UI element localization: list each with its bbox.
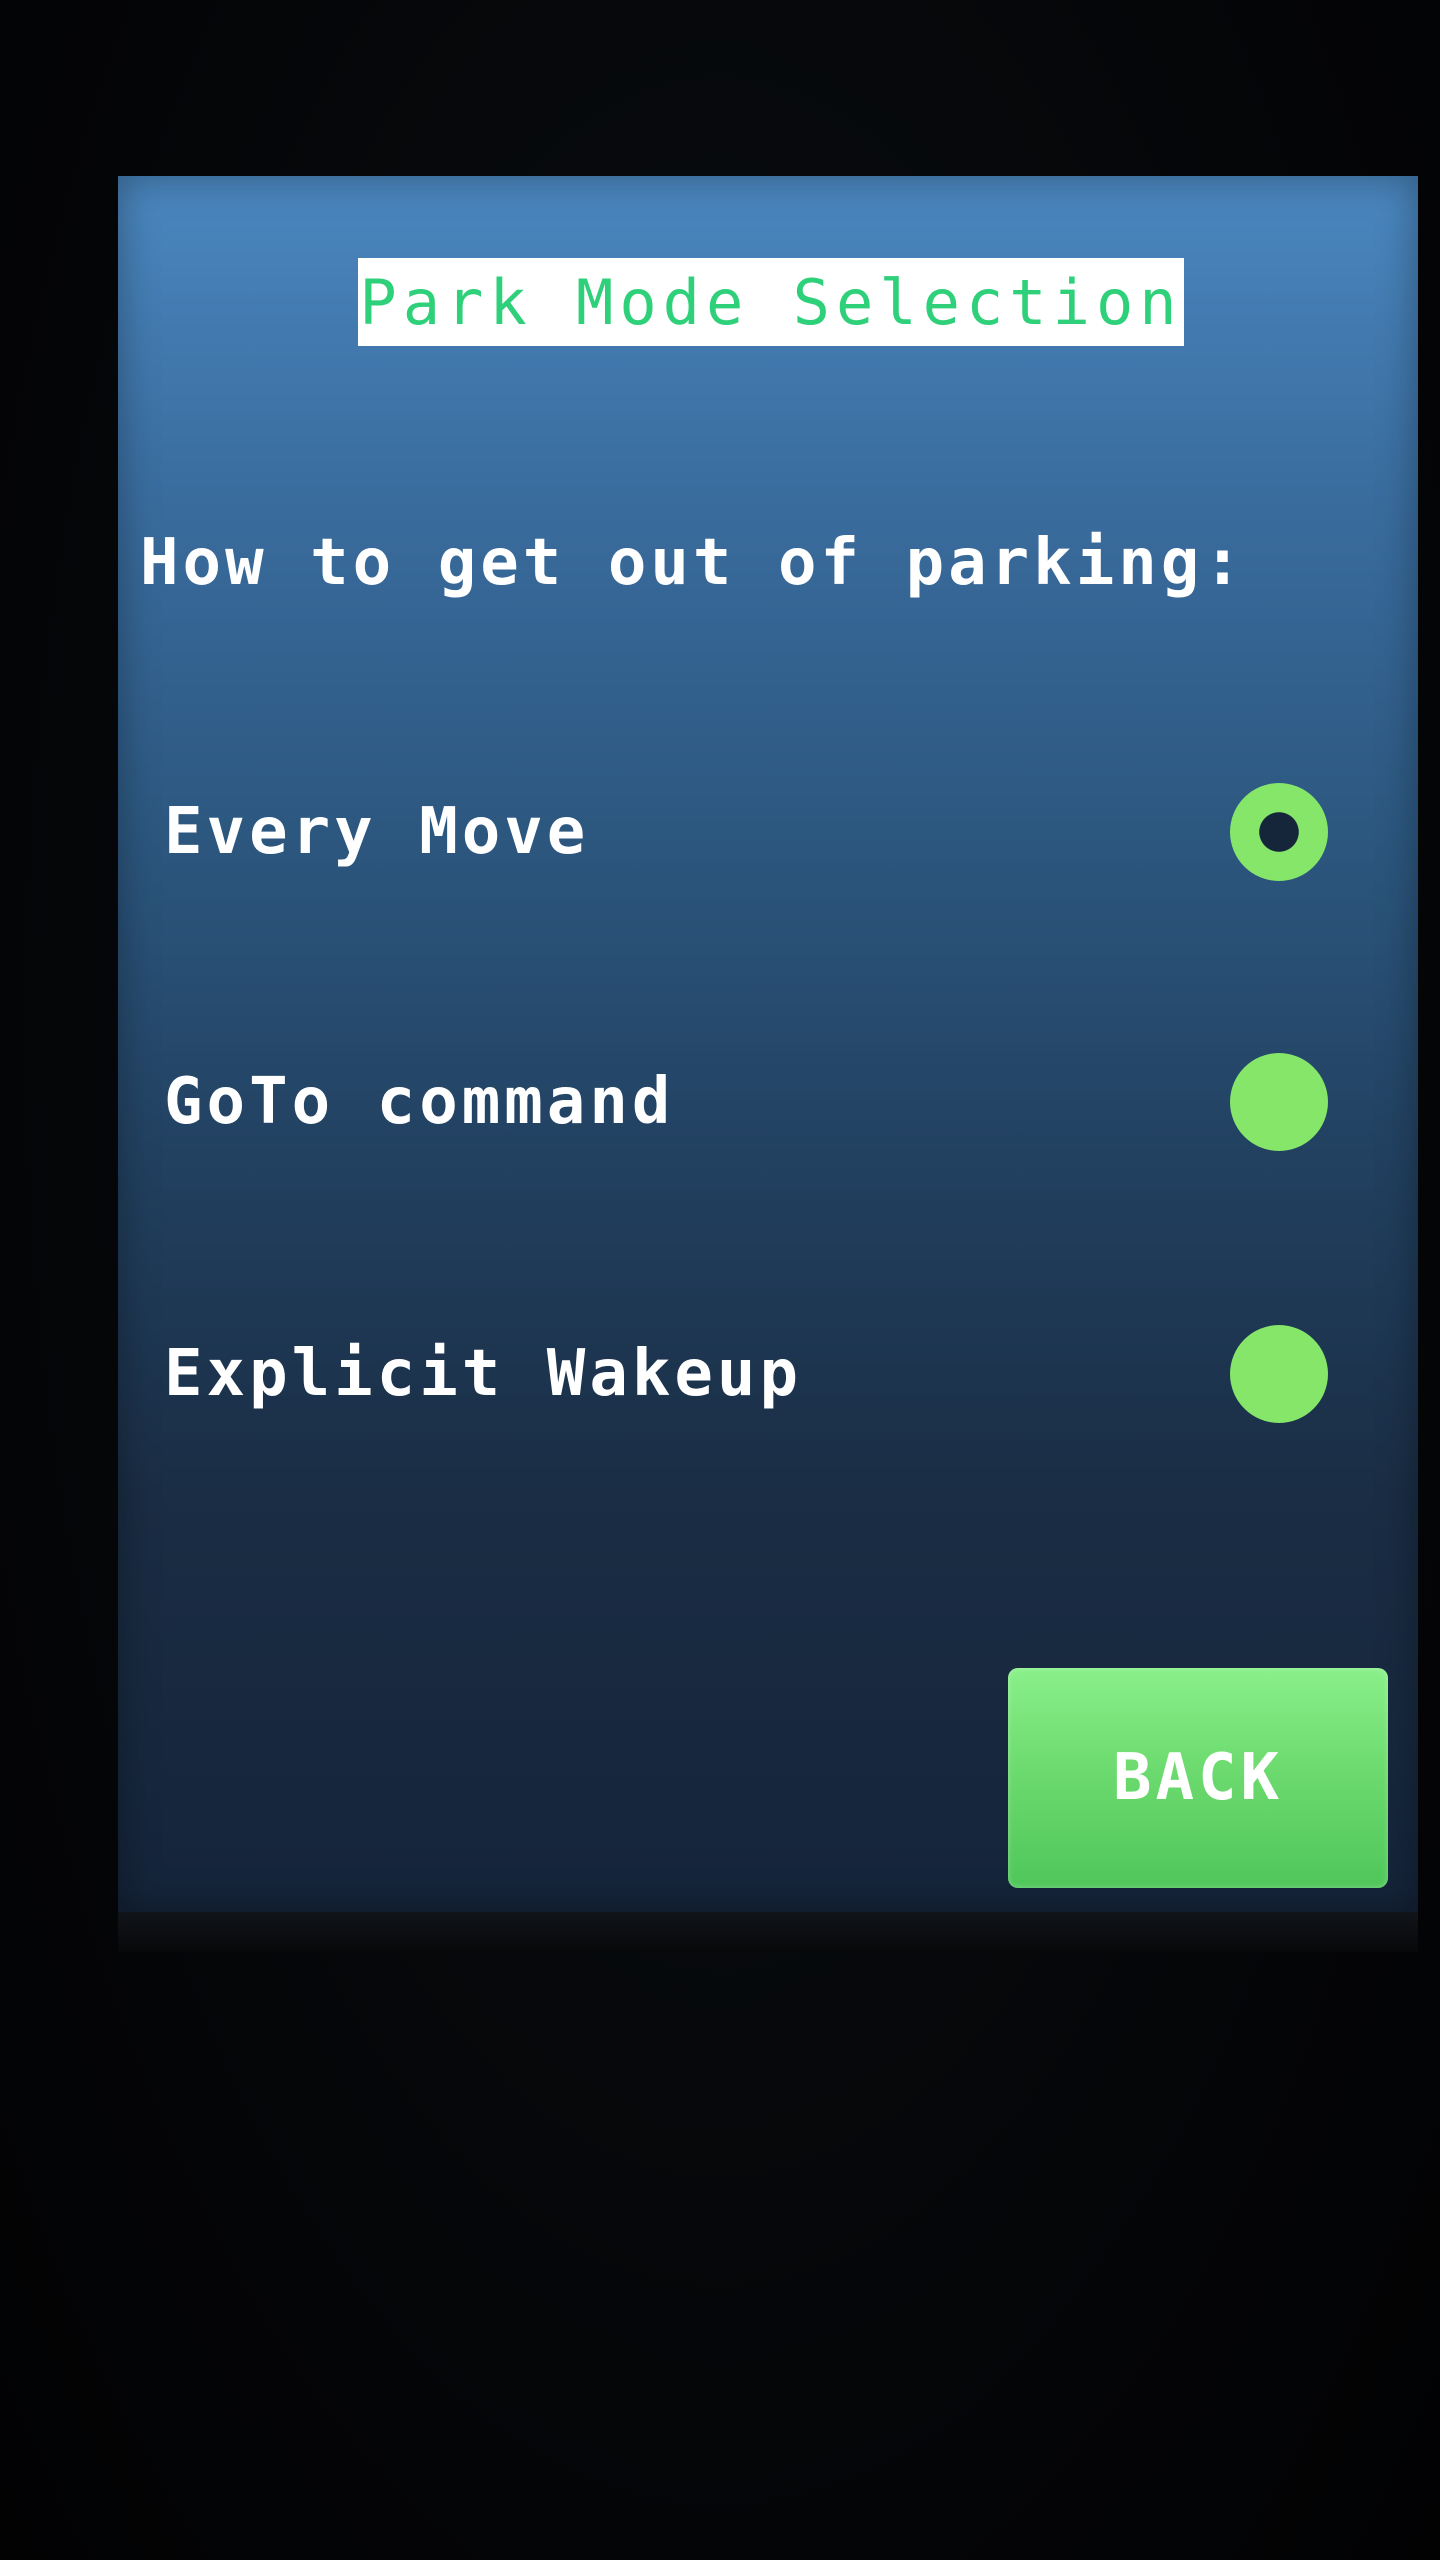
radio-button-selected[interactable]	[1230, 783, 1328, 881]
option-label: Every Move	[164, 795, 590, 869]
display-screen: Park Mode Selection How to get out of pa…	[118, 176, 1418, 1912]
prompt-text: How to get out of parking:	[140, 526, 1246, 600]
back-button-label: BACK	[1112, 1741, 1284, 1815]
title-bar: Park Mode Selection	[358, 258, 1184, 346]
option-label: GoTo command	[164, 1065, 675, 1139]
radio-button[interactable]	[1230, 1325, 1328, 1423]
option-explicit-wakeup[interactable]: Explicit Wakeup	[164, 1314, 1328, 1434]
page-title: Park Mode Selection	[359, 265, 1183, 339]
option-goto-command[interactable]: GoTo command	[164, 1042, 1328, 1162]
option-every-move[interactable]: Every Move	[164, 772, 1328, 892]
back-button[interactable]: BACK	[1008, 1668, 1388, 1888]
bezel-strip	[118, 1912, 1418, 1952]
option-label: Explicit Wakeup	[164, 1337, 802, 1411]
radio-button[interactable]	[1230, 1053, 1328, 1151]
